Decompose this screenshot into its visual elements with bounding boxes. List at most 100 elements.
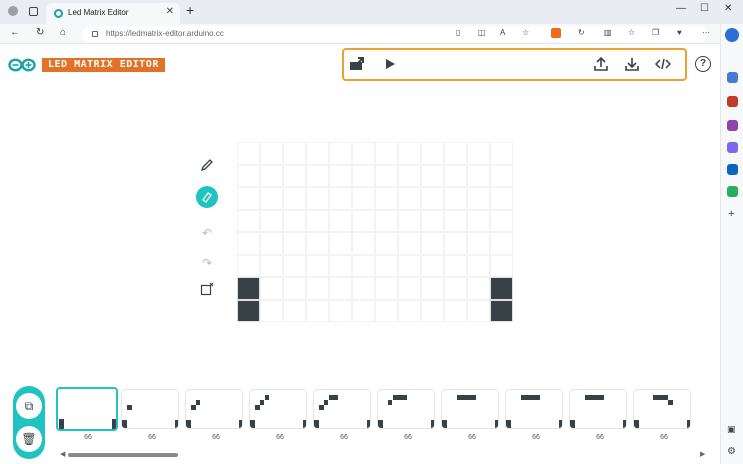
redo-icon[interactable]: ↷ — [196, 252, 218, 274]
led-cell[interactable] — [490, 277, 513, 300]
led-cell[interactable] — [283, 277, 306, 300]
eraser-icon[interactable] — [196, 186, 218, 208]
tab-actions-icon[interactable] — [29, 7, 38, 16]
led-cell[interactable] — [444, 142, 467, 165]
frame-thumbnail[interactable] — [377, 389, 435, 429]
frame-duration-label[interactable]: 66 — [379, 434, 437, 441]
led-cell[interactable] — [421, 187, 444, 210]
led-cell[interactable] — [467, 164, 490, 187]
led-cell[interactable] — [375, 209, 398, 232]
frame-duration-label[interactable]: 66 — [187, 434, 245, 441]
led-cell[interactable] — [283, 164, 306, 187]
play-icon[interactable] — [384, 58, 396, 73]
led-cell[interactable] — [375, 254, 398, 277]
led-cell[interactable] — [490, 299, 513, 322]
favorite-icon[interactable]: ☆ — [522, 28, 529, 37]
frame-thumbnail[interactable] — [185, 389, 243, 429]
browser-tab[interactable]: Led Matrix Editor ✕ — [46, 3, 180, 24]
import-icon[interactable] — [349, 56, 365, 75]
reader-icon[interactable]: ◫ — [478, 28, 486, 37]
led-cell[interactable] — [490, 232, 513, 255]
led-cell[interactable] — [444, 232, 467, 255]
led-cell[interactable] — [467, 299, 490, 322]
led-cell[interactable] — [306, 299, 329, 322]
copy-frame-icon[interactable]: ⧉ — [16, 393, 42, 419]
browser-essentials-icon[interactable]: ♥ — [677, 28, 682, 37]
led-cell[interactable] — [329, 209, 352, 232]
tools-icon[interactable] — [727, 96, 738, 107]
led-cell[interactable] — [421, 209, 444, 232]
led-cell[interactable] — [421, 232, 444, 255]
led-cell[interactable] — [237, 277, 260, 300]
frames-scrollbar[interactable] — [60, 451, 710, 459]
led-cell[interactable] — [283, 209, 306, 232]
pen-icon[interactable] — [196, 157, 218, 179]
frame-thumbnail[interactable] — [633, 389, 691, 429]
collections-icon[interactable]: ❐ — [652, 28, 659, 37]
led-cell[interactable] — [352, 209, 375, 232]
frame-thumbnail[interactable] — [56, 387, 118, 431]
frame-thumbnail[interactable] — [441, 389, 499, 429]
minimize-button[interactable]: — — [676, 3, 686, 14]
app-available-icon[interactable]: ▯ — [456, 28, 460, 37]
tag-icon[interactable] — [727, 72, 738, 83]
led-cell[interactable] — [490, 254, 513, 277]
led-cell[interactable] — [467, 209, 490, 232]
led-cell[interactable] — [375, 277, 398, 300]
led-cell[interactable] — [490, 187, 513, 210]
led-cell[interactable] — [260, 254, 283, 277]
led-cell[interactable] — [398, 209, 421, 232]
m365-icon[interactable] — [727, 142, 738, 153]
led-cell[interactable] — [352, 142, 375, 165]
led-cell[interactable] — [237, 142, 260, 165]
led-cell[interactable] — [467, 277, 490, 300]
refresh-extension-icon[interactable]: ↻ — [578, 28, 585, 37]
led-cell[interactable] — [467, 232, 490, 255]
led-cell[interactable] — [352, 232, 375, 255]
close-window-button[interactable]: ✕ — [724, 3, 732, 14]
led-cell[interactable] — [306, 164, 329, 187]
led-cell[interactable] — [421, 164, 444, 187]
led-cell[interactable] — [398, 187, 421, 210]
hide-sidebar-icon[interactable]: ▣ — [727, 424, 736, 435]
led-cell[interactable] — [237, 232, 260, 255]
led-cell[interactable] — [306, 254, 329, 277]
led-cell[interactable] — [260, 277, 283, 300]
led-cell[interactable] — [444, 164, 467, 187]
led-cell[interactable] — [283, 232, 306, 255]
led-cell[interactable] — [260, 187, 283, 210]
led-cell[interactable] — [398, 299, 421, 322]
download-icon[interactable] — [625, 56, 639, 75]
code-icon[interactable] — [654, 57, 672, 74]
undo-icon[interactable]: ↶ — [196, 222, 218, 244]
led-cell[interactable] — [237, 187, 260, 210]
led-cell[interactable] — [329, 277, 352, 300]
led-cell[interactable] — [329, 142, 352, 165]
led-matrix-grid[interactable] — [237, 142, 513, 322]
led-cell[interactable] — [237, 164, 260, 187]
led-cell[interactable] — [467, 142, 490, 165]
led-cell[interactable] — [352, 164, 375, 187]
led-cell[interactable] — [352, 277, 375, 300]
delete-frame-icon[interactable]: 🗑 — [16, 426, 42, 452]
led-cell[interactable] — [398, 232, 421, 255]
led-cell[interactable] — [260, 299, 283, 322]
frame-thumbnail[interactable] — [313, 389, 371, 429]
led-cell[interactable] — [444, 277, 467, 300]
frame-duration-label[interactable]: 66 — [571, 434, 629, 441]
led-cell[interactable] — [306, 142, 329, 165]
frame-thumbnail[interactable] — [569, 389, 627, 429]
frame-duration-label[interactable]: 66 — [251, 434, 309, 441]
frame-duration-label[interactable]: 66 — [315, 434, 373, 441]
led-cell[interactable] — [375, 232, 398, 255]
scrollbar-thumb[interactable] — [68, 453, 178, 457]
frame-duration-label[interactable]: 66 — [507, 434, 565, 441]
profile-icon[interactable] — [8, 6, 18, 16]
maximize-button[interactable]: ☐ — [700, 3, 709, 14]
led-cell[interactable] — [306, 209, 329, 232]
frame-duration-label[interactable]: 66 — [123, 434, 181, 441]
led-cell[interactable] — [329, 254, 352, 277]
settings-icon[interactable]: ⚙ — [727, 446, 736, 457]
frame-duration-label[interactable]: 66 — [59, 434, 117, 441]
frame-thumbnail[interactable] — [249, 389, 307, 429]
